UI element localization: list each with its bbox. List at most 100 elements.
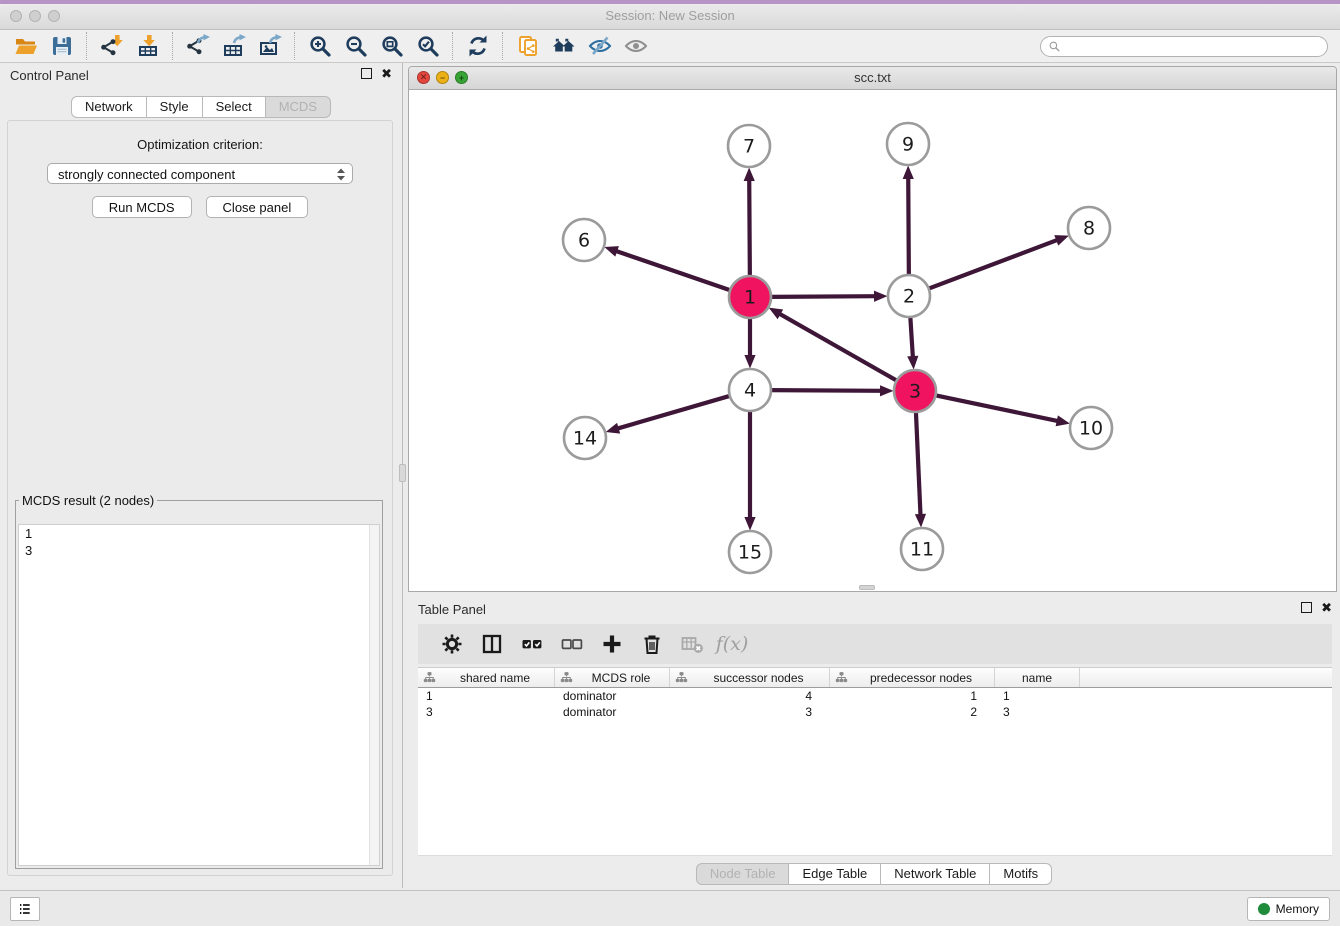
table-tab-motifs[interactable]: Motifs: [989, 863, 1052, 885]
close-panel-button[interactable]: Close panel: [206, 196, 309, 218]
column-header-name[interactable]: name: [995, 668, 1080, 687]
open-session-icon[interactable]: [11, 32, 41, 60]
graph-node-9[interactable]: 9: [887, 123, 929, 165]
column-header-successor-nodes[interactable]: successor nodes: [670, 668, 830, 687]
import-table-icon[interactable]: [133, 32, 163, 60]
status-bar: Memory: [0, 890, 1340, 926]
save-session-icon[interactable]: [47, 32, 77, 60]
add-column-icon[interactable]: [597, 630, 627, 658]
task-history-button[interactable]: [10, 897, 40, 921]
graph-node-1[interactable]: 1: [729, 276, 771, 318]
graph-node-2[interactable]: 2: [888, 275, 930, 317]
network-hscroll-handle[interactable]: [859, 585, 875, 590]
node-label: 9: [902, 134, 914, 156]
toolbar-separator: [502, 32, 504, 60]
column-header-MCDS-role[interactable]: MCDS role: [555, 668, 670, 687]
graph-node-8[interactable]: 8: [1068, 207, 1110, 249]
home-icon[interactable]: [549, 32, 579, 60]
graph-edge-2-8[interactable]: [927, 235, 1069, 289]
mcds-result-textarea[interactable]: 13: [18, 524, 380, 866]
network-snapshot-icon[interactable]: [513, 32, 543, 60]
column-label: name: [995, 671, 1079, 685]
graph-node-15[interactable]: 15: [729, 531, 771, 573]
hierarchy-icon: [675, 671, 688, 684]
graph-node-10[interactable]: 10: [1070, 407, 1112, 449]
graph-edge-4-3[interactable]: [769, 385, 894, 396]
network-canvas[interactable]: 7 9 6 8 1 2 4 3 14 10 15 11: [409, 89, 1336, 591]
hierarchy-icon: [423, 671, 436, 684]
export-table-icon[interactable]: [219, 32, 249, 60]
graph-node-3[interactable]: 3: [894, 370, 936, 412]
close-panel-icon[interactable]: ✖: [381, 68, 392, 79]
graph-edge-2-3[interactable]: [907, 315, 918, 370]
graph-edge-1-2[interactable]: [769, 291, 888, 302]
graph-edge-3-1[interactable]: [769, 308, 899, 382]
import-network-icon[interactable]: [97, 32, 127, 60]
delete-table-icon: [677, 630, 707, 658]
graph-edge-1-7[interactable]: [744, 167, 755, 278]
select-all-icon[interactable]: [517, 630, 547, 658]
deselect-all-icon[interactable]: [557, 630, 587, 658]
table-tab-edge-table[interactable]: Edge Table: [788, 863, 881, 885]
tab-mcds[interactable]: MCDS: [265, 96, 331, 118]
table-panel-tabs: Node TableEdge TableNetwork TableMotifs: [408, 863, 1340, 885]
table-cell: 2: [830, 705, 995, 719]
float-panel-icon[interactable]: [361, 68, 372, 79]
table-cell: 1: [995, 689, 1080, 703]
hide-graphics-icon[interactable]: [585, 32, 615, 60]
search-icon: [1048, 40, 1061, 53]
graph-node-6[interactable]: 6: [563, 219, 605, 261]
network-window-titlebar[interactable]: ✕−+ scc.txt: [409, 67, 1336, 90]
zoom-selected-icon[interactable]: [413, 32, 443, 60]
graph-edge-1-6[interactable]: [604, 246, 732, 291]
graph-edge-4-15[interactable]: [744, 409, 755, 531]
zoom-out-icon[interactable]: [341, 32, 371, 60]
show-graphics-icon[interactable]: [621, 32, 651, 60]
tab-network[interactable]: Network: [71, 96, 147, 118]
close-table-panel-icon[interactable]: ✖: [1321, 602, 1332, 613]
export-image-icon[interactable]: [255, 32, 285, 60]
table-options-icon[interactable]: [437, 630, 467, 658]
table-tab-node-table[interactable]: Node Table: [696, 863, 790, 885]
mcds-result-title: MCDS result (2 nodes): [19, 493, 157, 508]
table-panel: Table Panel ✖ f(x) shared name MCDS roles…: [408, 597, 1340, 888]
delete-column-icon[interactable]: [637, 630, 667, 658]
float-table-panel-icon[interactable]: [1301, 602, 1312, 613]
search-box[interactable]: [1040, 36, 1328, 57]
show-columns-icon[interactable]: [477, 630, 507, 658]
network-graph: 7 9 6 8 1 2 4 3 14 10 15 11: [409, 89, 1336, 592]
zoom-fit-icon[interactable]: [377, 32, 407, 60]
column-label: MCDS role: [573, 671, 669, 685]
graph-edge-1-4[interactable]: [744, 316, 755, 369]
tab-style[interactable]: Style: [146, 96, 203, 118]
mcds-result-group: MCDS result (2 nodes) 13: [15, 493, 383, 869]
graph-node-14[interactable]: 14: [564, 417, 606, 459]
table-row[interactable]: 3dominator323: [418, 704, 1332, 720]
graph-node-11[interactable]: 11: [901, 528, 943, 570]
refresh-layout-icon[interactable]: [463, 32, 493, 60]
export-network-icon[interactable]: [183, 32, 213, 60]
table-row[interactable]: 1dominator411: [418, 688, 1332, 704]
search-input[interactable]: [1061, 38, 1327, 55]
graph-edge-2-9[interactable]: [903, 165, 914, 277]
graph-node-4[interactable]: 4: [729, 369, 771, 411]
graph-node-7[interactable]: 7: [728, 125, 770, 167]
column-header-shared-name[interactable]: shared name: [418, 668, 555, 687]
criterion-dropdown[interactable]: strongly connected component: [47, 163, 353, 184]
table-tab-network-table[interactable]: Network Table: [880, 863, 990, 885]
network-window-title: scc.txt: [409, 70, 1336, 85]
criterion-value: strongly connected component: [58, 167, 235, 182]
tab-select[interactable]: Select: [202, 96, 266, 118]
memory-status-icon: [1258, 903, 1270, 915]
memory-button[interactable]: Memory: [1247, 897, 1330, 921]
function-builder-icon: f(x): [717, 630, 747, 658]
column-header-predecessor-nodes[interactable]: predecessor nodes: [830, 668, 995, 687]
result-scrollbar[interactable]: [369, 525, 379, 865]
run-mcds-button[interactable]: Run MCDS: [92, 196, 192, 218]
graph-edge-3-11[interactable]: [915, 410, 926, 528]
table-panel-title: Table Panel: [418, 602, 486, 617]
zoom-in-icon[interactable]: [305, 32, 335, 60]
graph-edge-3-10[interactable]: [934, 395, 1070, 426]
graph-edge-4-14[interactable]: [606, 395, 732, 433]
panel-splitter-handle[interactable]: [399, 464, 406, 482]
